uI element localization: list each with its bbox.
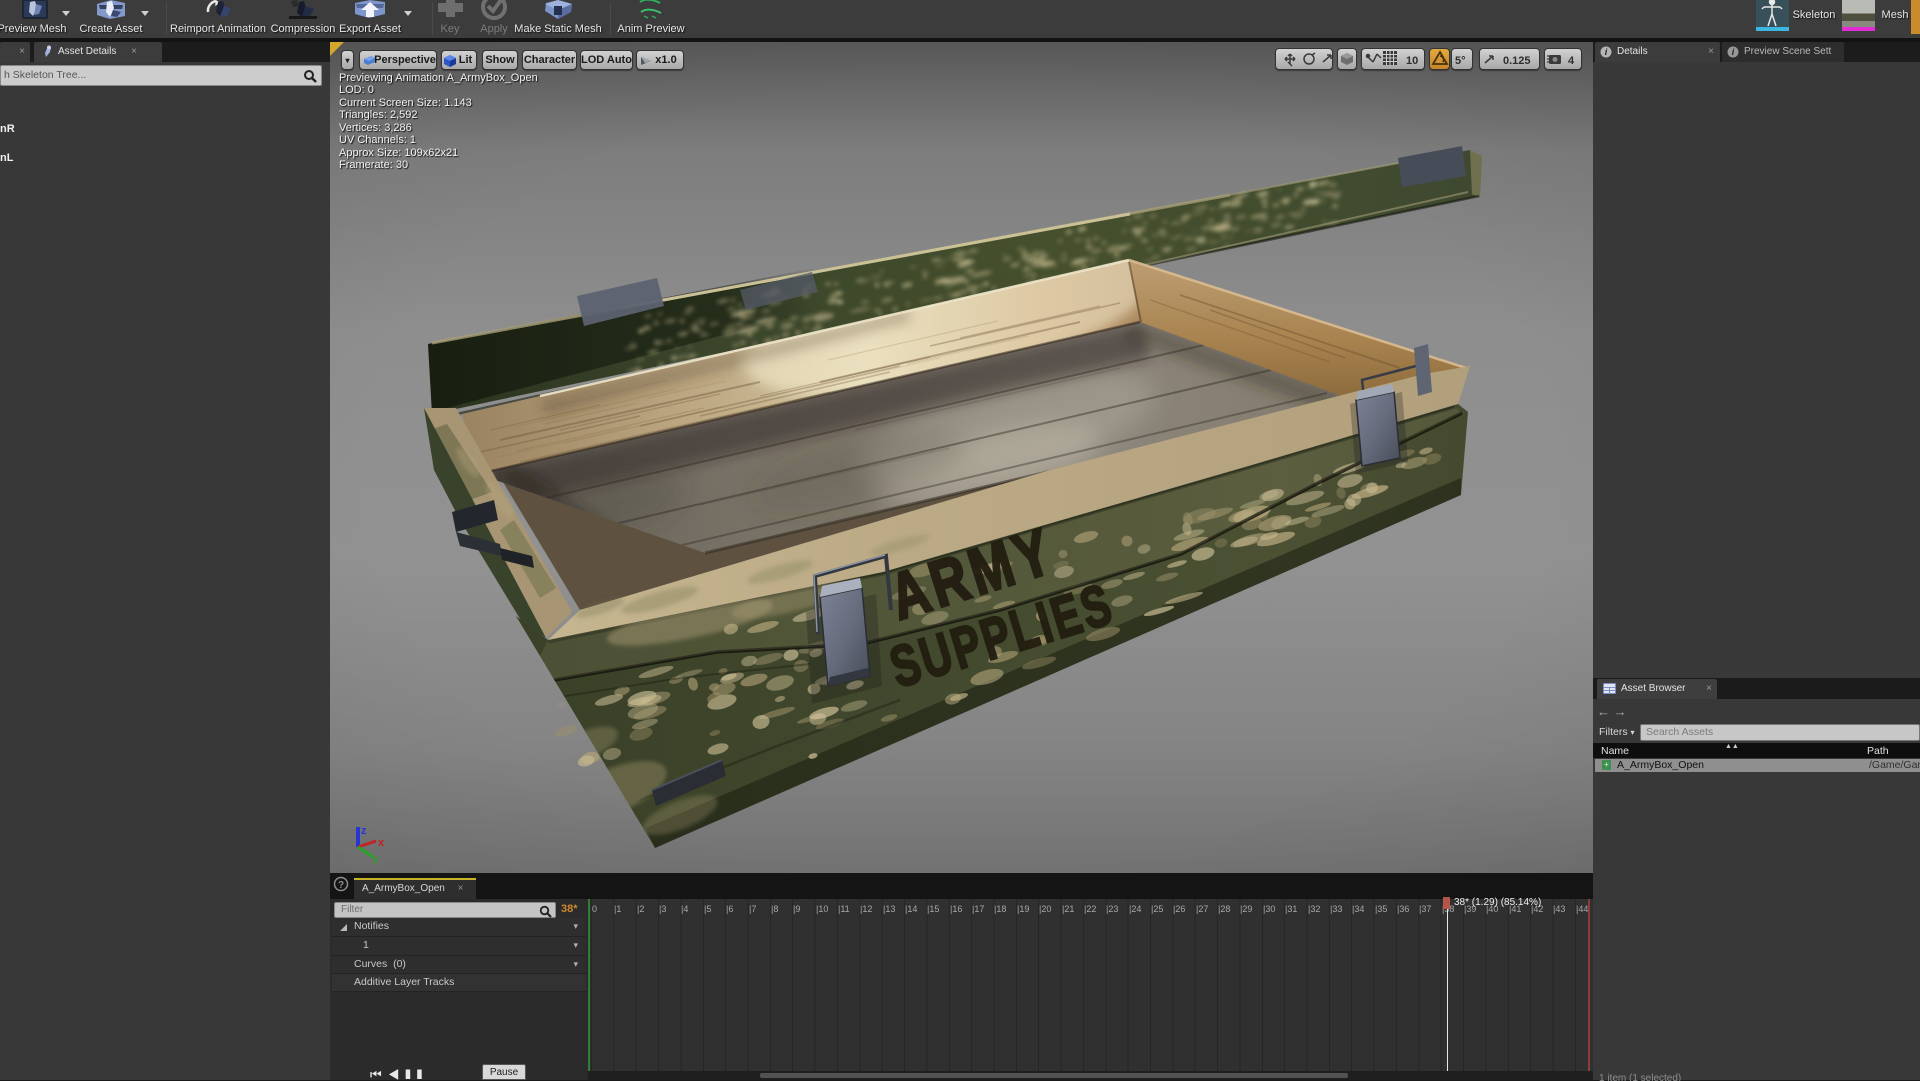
svg-text:5°: 5° [1455,55,1466,67]
svg-text:Y: Y [372,855,380,867]
svg-text:0.125: 0.125 [1503,55,1531,67]
svg-text:4: 4 [1568,55,1575,67]
svg-text:x: x [378,837,385,849]
svg-text:z: z [361,825,367,837]
svg-text:?: ? [338,880,344,891]
svg-text:10: 10 [1406,55,1418,67]
